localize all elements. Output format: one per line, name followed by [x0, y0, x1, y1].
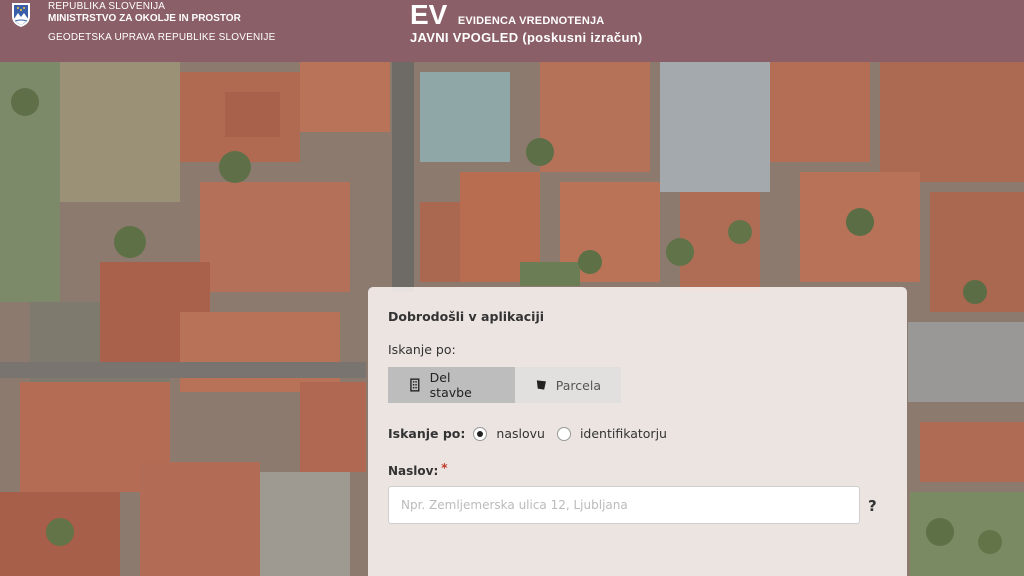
brand-title: JAVNI VPOGLED (poskusni izračun)	[410, 30, 643, 45]
search-panel: Dobrodošli v aplikaciji Iskanje po: Del …	[368, 287, 907, 576]
tab-parcela[interactable]: Parcela	[515, 367, 621, 403]
slovenia-crest-icon	[12, 3, 30, 27]
ministry-line-1: REPUBLIKA SLOVENIJA	[48, 1, 166, 12]
tab-parcela-label: Parcela	[555, 377, 601, 393]
brand-block: EV EVIDENCA VREDNOTENJA JAVNI VPOGLED (p…	[410, 0, 643, 46]
parcel-icon	[536, 380, 546, 390]
ministry-line-3: GEODETSKA UPRAVA REPUBLIKE SLOVENIJE	[48, 32, 276, 43]
address-input[interactable]	[388, 486, 860, 524]
search-by-label: Iskanje po:	[388, 342, 456, 357]
radio-naslovu-label: naslovu	[496, 426, 545, 441]
building-icon	[410, 378, 420, 392]
required-mark: *	[441, 461, 448, 475]
help-icon[interactable]: ?	[868, 497, 877, 515]
radio-option-naslovu[interactable]: naslovu	[473, 426, 545, 441]
search-type-tabs: Del stavbe Parcela	[388, 367, 621, 403]
address-label-text: Naslov:	[388, 464, 439, 478]
search-mode-radios: Iskanje po: naslovu identifikatorju	[388, 426, 679, 441]
app-header: REPUBLIKA SLOVENIJA MINISTRSTVO ZA OKOLJ…	[0, 0, 1024, 62]
radio-identifikatorju-label: identifikatorju	[579, 426, 667, 441]
search-mode-label: Iskanje po:	[388, 426, 466, 441]
radio-option-identifikatorju[interactable]: identifikatorju	[556, 426, 667, 441]
address-label: Naslov: *	[388, 461, 448, 478]
brand-subtitle: EVIDENCA VREDNOTENJA	[457, 15, 605, 27]
tab-del-stavbe[interactable]: Del stavbe	[388, 367, 515, 403]
brand-short: EV	[410, 0, 448, 30]
radio-naslovu[interactable]	[473, 426, 488, 441]
ministry-block: REPUBLIKA SLOVENIJA MINISTRSTVO ZA OKOLJ…	[48, 1, 275, 45]
tab-del-stavbe-label: Del stavbe	[429, 370, 472, 400]
ministry-line-2: MINISTRSTVO ZA OKOLJE IN PROSTOR	[48, 13, 241, 24]
welcome-heading: Dobrodošli v aplikaciji	[388, 309, 545, 324]
radio-identifikatorju[interactable]	[556, 426, 571, 441]
